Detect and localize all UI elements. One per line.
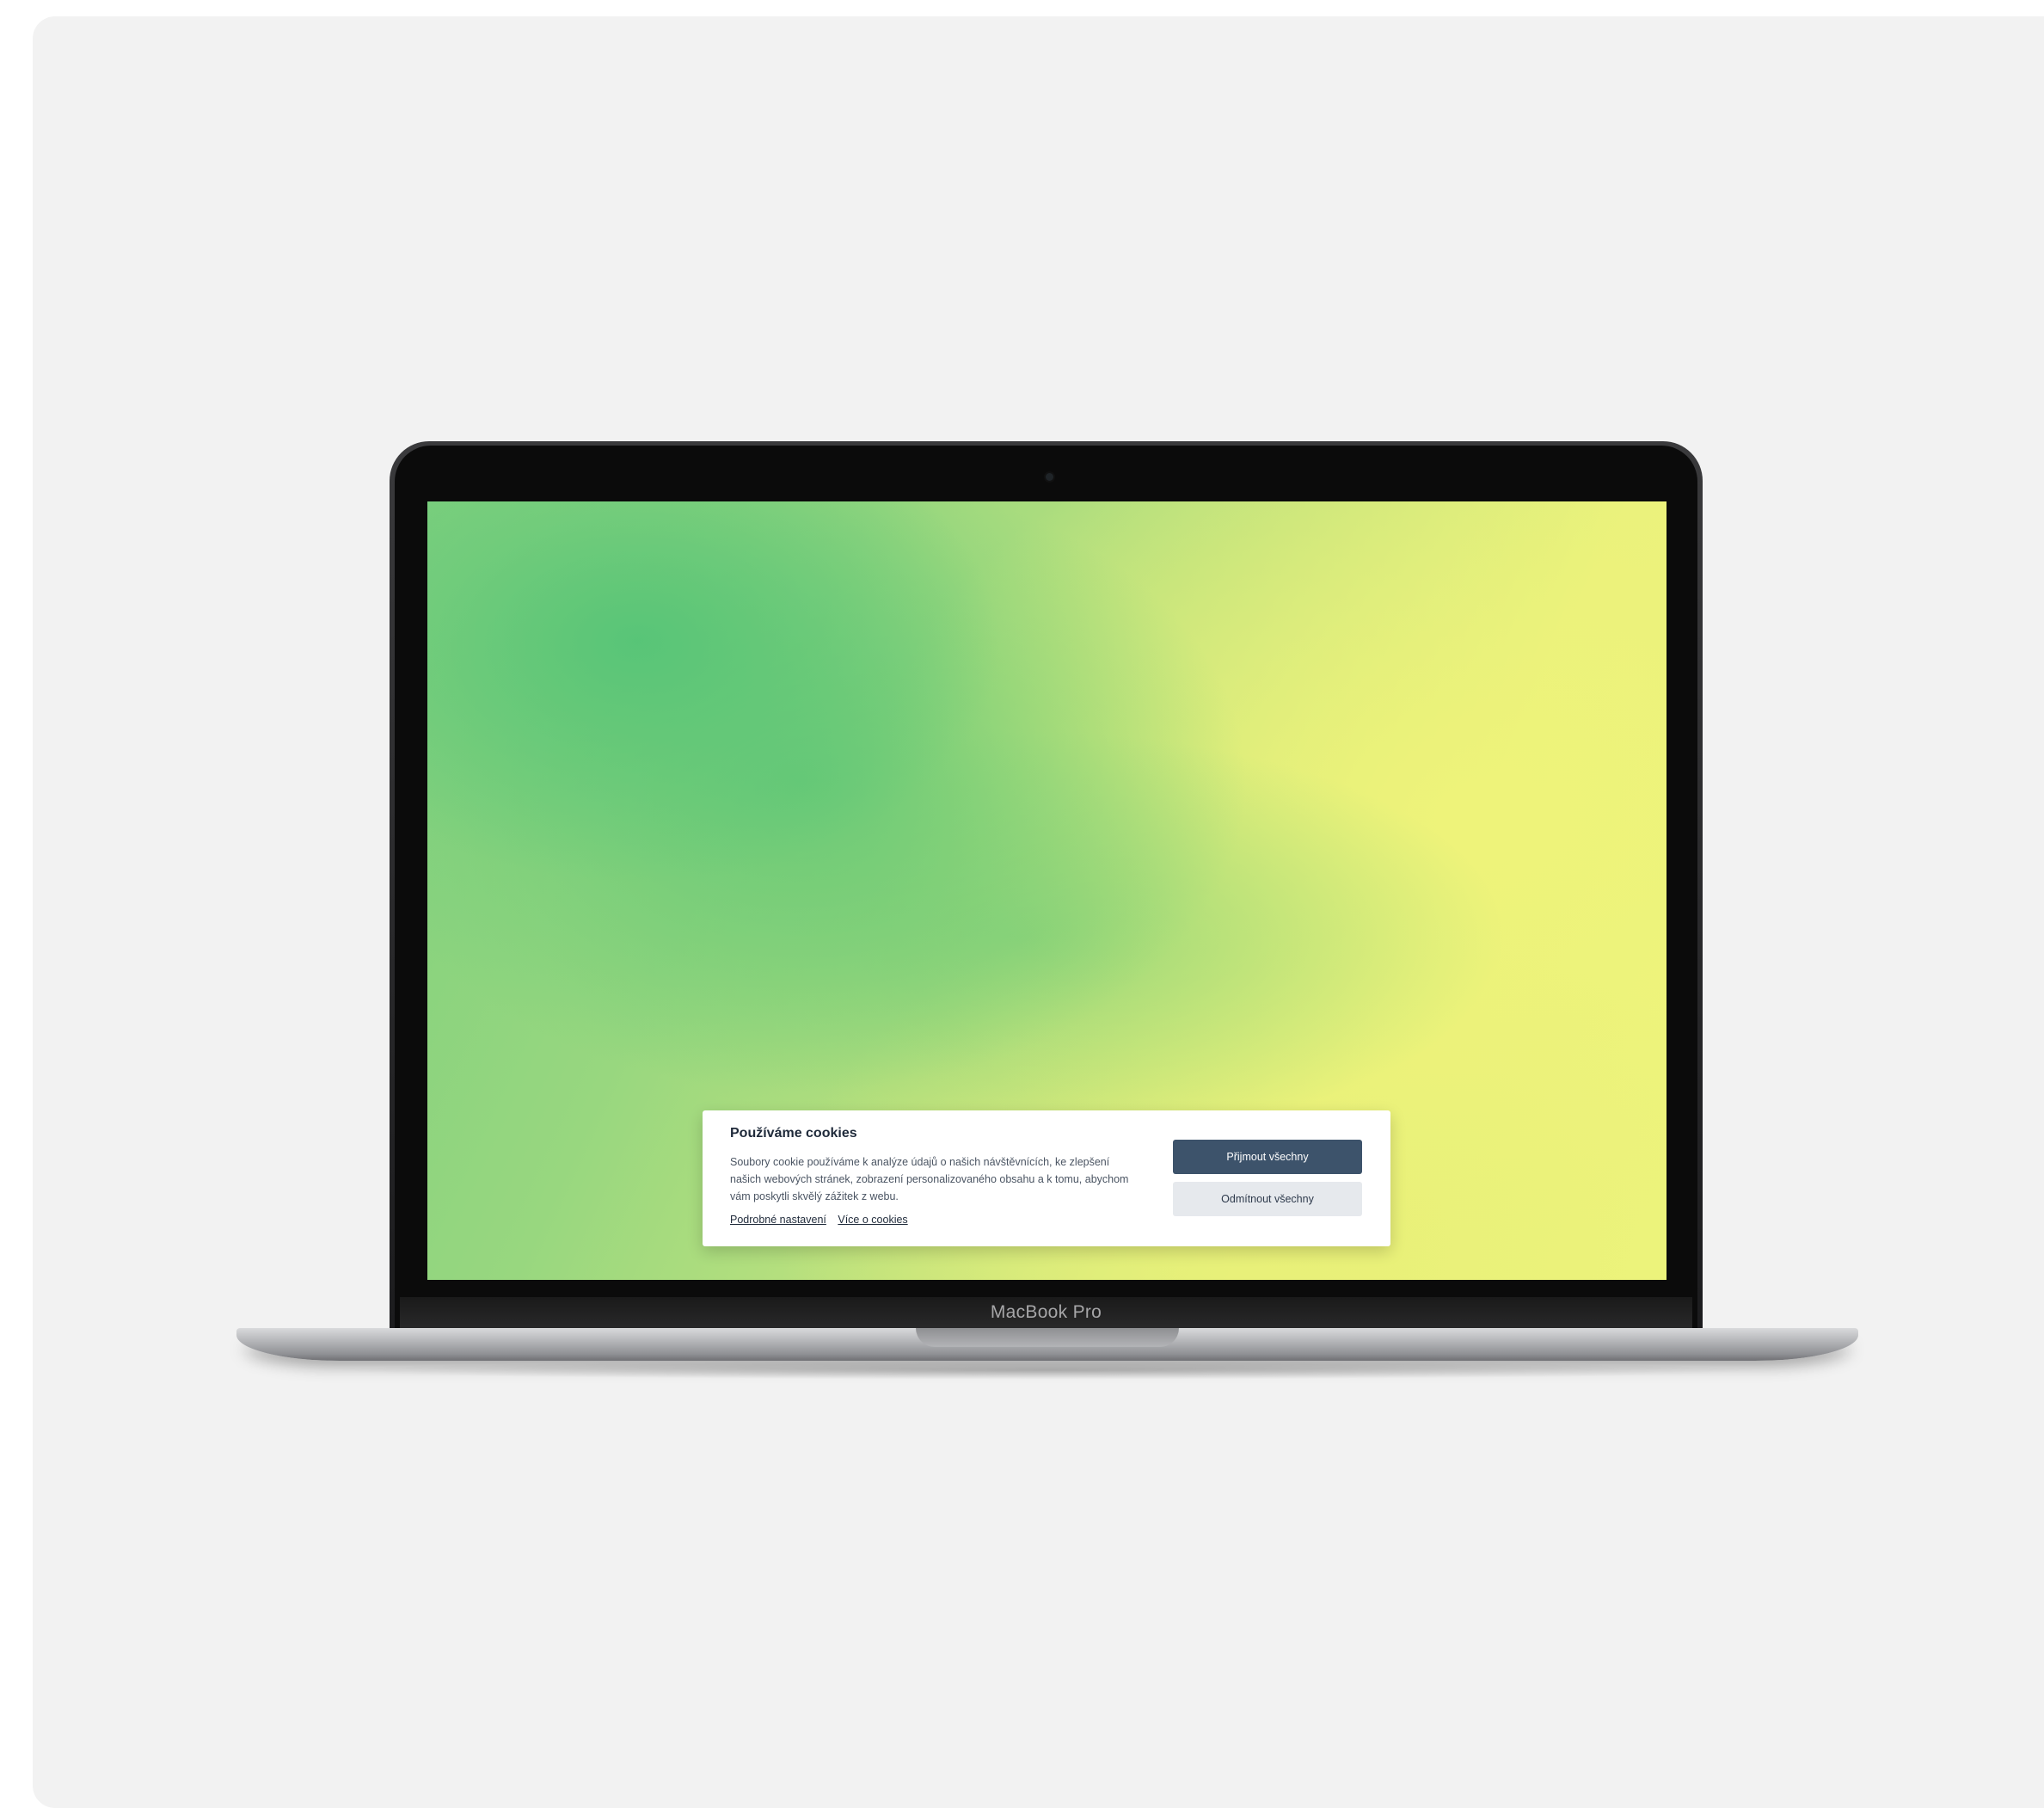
laptop-shadow [327,1361,1768,1380]
accept-all-button[interactable]: Přijmout všechny [1173,1140,1362,1174]
cookie-banner-text: Soubory cookie používáme k analýze údajů… [730,1156,1129,1202]
laptop-screen: Používáme cookies Soubory cookie používá… [427,501,1667,1280]
camera-icon [1046,473,1053,481]
detailed-settings-link[interactable]: Podrobné nastavení [730,1214,826,1226]
cookie-banner: Používáme cookies Soubory cookie používá… [703,1110,1390,1246]
lid-opening-notch [916,1328,1179,1347]
more-about-cookies-link[interactable]: Více o cookies [838,1214,907,1226]
cookie-banner-links: Podrobné nastavení Více o cookies [730,1214,917,1226]
reject-all-button[interactable]: Odmítnout všechny [1173,1182,1362,1216]
laptop-chin: MacBook Pro [400,1297,1692,1331]
cookie-banner-title: Používáme cookies [730,1126,857,1141]
screen-bezel: Používáme cookies Soubory cookie používá… [395,446,1697,1331]
laptop-lid: Používáme cookies Soubory cookie používá… [390,441,1703,1331]
device-label: MacBook Pro [990,1302,1102,1322]
laptop-base [236,1328,1858,1361]
